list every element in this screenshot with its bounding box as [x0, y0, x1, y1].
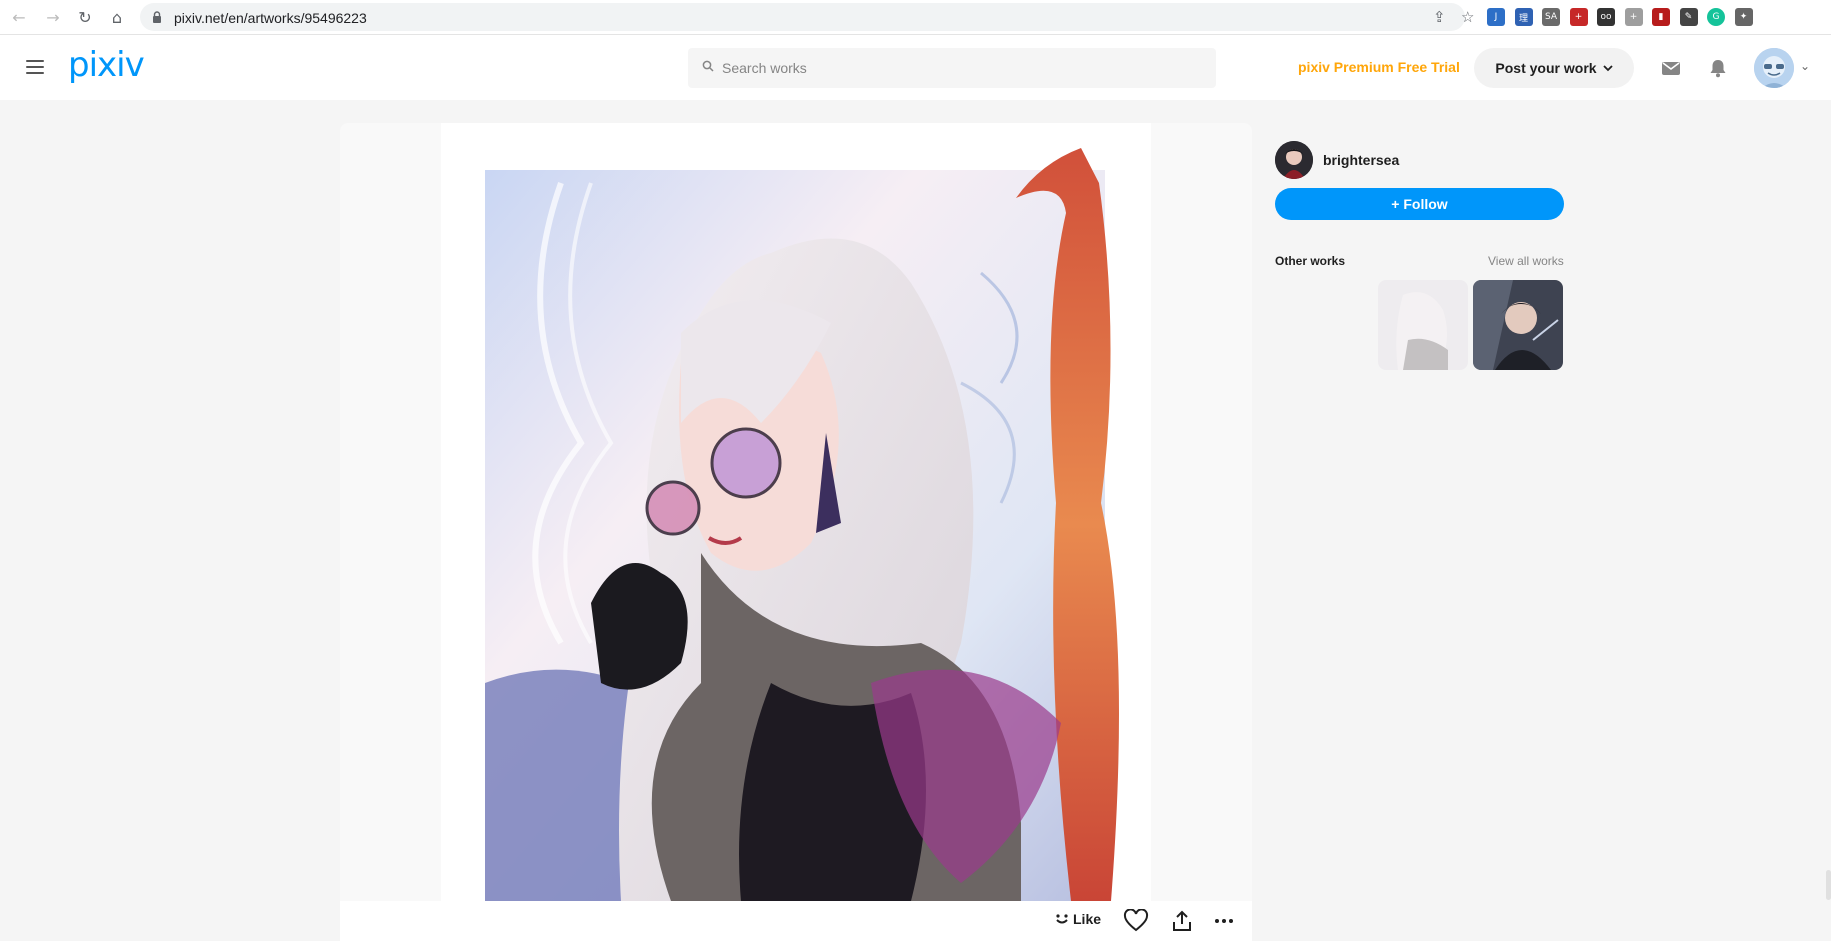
ext-4-icon[interactable]: + — [1569, 8, 1588, 26]
browser-toolbar: ← → ↻ ⌂ pixiv.net/en/artworks/95496223 ⇪… — [0, 0, 1831, 35]
bookmark-star-icon[interactable]: ☆ — [1461, 8, 1474, 26]
author-info: brightersea — [1275, 140, 1399, 180]
search-box[interactable] — [688, 48, 1216, 88]
ext-7-icon[interactable]: ▮ — [1652, 8, 1670, 26]
author-name[interactable]: brightersea — [1323, 152, 1399, 168]
mail-icon[interactable] — [1660, 58, 1682, 78]
home-icon[interactable]: ⌂ — [106, 6, 128, 28]
post-work-button[interactable]: Post your work — [1474, 48, 1634, 88]
more-options-icon[interactable] — [1211, 909, 1237, 933]
ext-1-icon[interactable]: J — [1487, 8, 1505, 26]
other-work-thumbnail[interactable] — [1378, 280, 1468, 370]
menu-icon[interactable] — [26, 60, 44, 74]
reload-icon[interactable]: ↻ — [74, 6, 96, 28]
notification-bell-icon[interactable] — [1707, 58, 1729, 78]
share-icon[interactable] — [1169, 909, 1195, 933]
user-avatar[interactable] — [1754, 48, 1794, 88]
share-page-icon[interactable]: ⇪ — [1433, 8, 1446, 26]
scrollbar[interactable] — [1826, 870, 1831, 900]
other-work-thumbnail[interactable] — [1473, 280, 1563, 370]
premium-trial-link[interactable]: pixiv Premium Free Trial — [1298, 59, 1460, 75]
like-button[interactable]: Like — [1055, 911, 1101, 927]
ext-10-icon[interactable]: ✦ — [1734, 8, 1753, 26]
other-works-title: Other works — [1275, 254, 1346, 268]
heart-icon[interactable] — [1123, 909, 1149, 933]
pixiv-logo[interactable]: pixiv — [68, 45, 145, 85]
like-label: Like — [1073, 911, 1102, 927]
address-bar[interactable]: pixiv.net/en/artworks/95496223 ⇪ ☆ — [140, 3, 1474, 31]
ext-5-icon[interactable]: oo — [1597, 8, 1615, 26]
artwork-action-bar: Like — [340, 901, 1252, 941]
search-icon — [702, 60, 714, 72]
smile-icon — [1056, 914, 1068, 924]
url-text: pixiv.net/en/artworks/95496223 — [174, 10, 367, 26]
view-all-works-link[interactable]: View all works — [1488, 254, 1564, 268]
ext-6-icon[interactable]: + — [1624, 8, 1643, 26]
author-avatar[interactable] — [1275, 141, 1313, 179]
ext-9-icon[interactable]: G — [1707, 8, 1725, 26]
lock-icon — [153, 11, 161, 23]
search-input[interactable] — [722, 48, 1202, 88]
artwork-panel: Like — [340, 123, 1252, 941]
chevron-down-icon[interactable]: ⌄ — [1800, 59, 1810, 73]
chevron-down-icon — [1602, 65, 1613, 72]
post-work-label: Post your work — [1495, 60, 1597, 76]
follow-button[interactable]: + Follow — [1275, 188, 1564, 220]
back-arrow-icon[interactable]: ← — [8, 6, 30, 28]
ext-3-icon[interactable]: SA — [1542, 8, 1560, 26]
forward-arrow-icon[interactable]: → — [42, 6, 64, 28]
ext-8-icon[interactable]: ✎ — [1679, 8, 1698, 26]
ext-2-icon[interactable]: 理 — [1514, 8, 1533, 26]
site-header: pixiv pixiv Premium Free Trial Post your… — [0, 35, 1831, 100]
artwork-image[interactable] — [441, 123, 1151, 902]
